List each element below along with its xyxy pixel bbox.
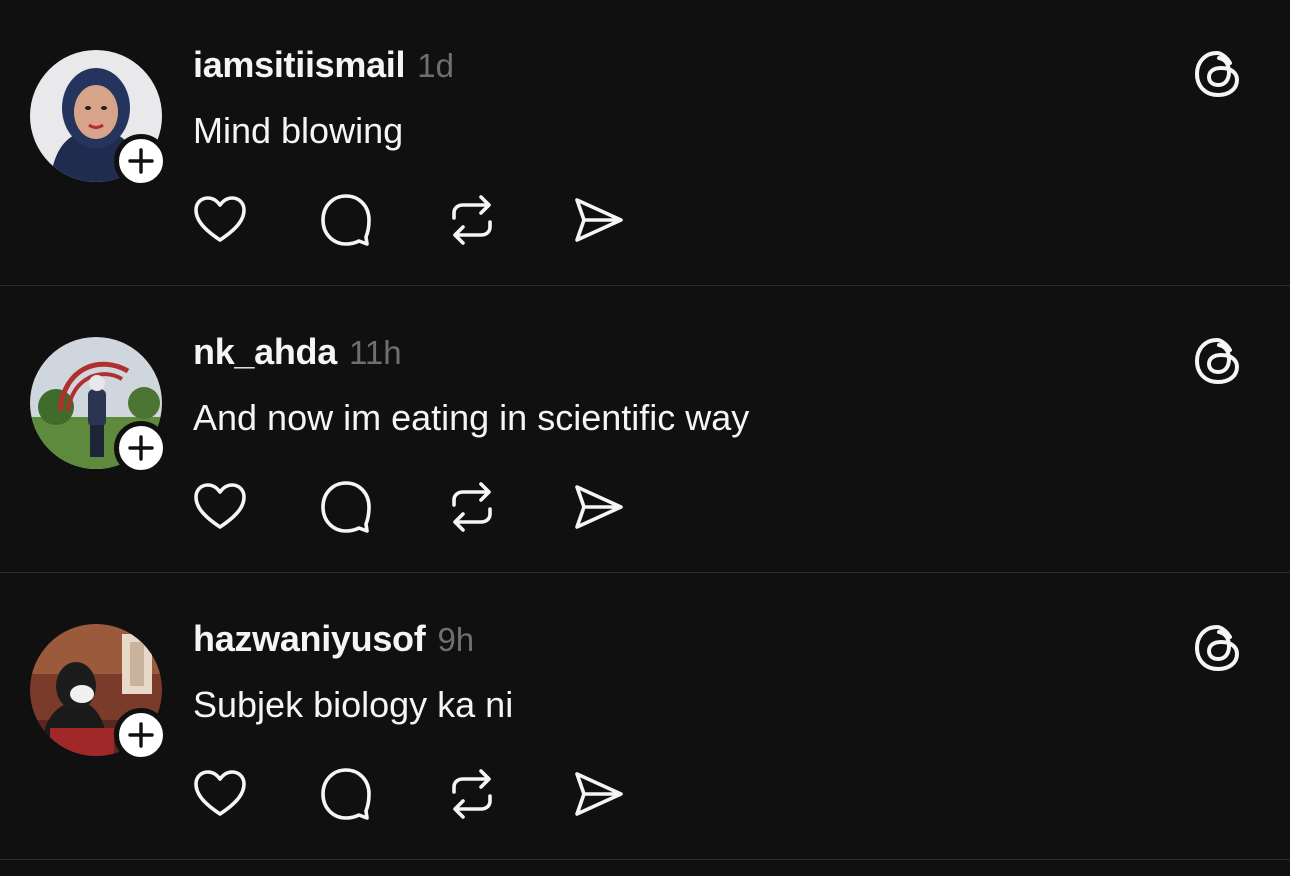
plus-icon [128, 435, 154, 461]
comment-button[interactable] [316, 477, 376, 537]
repost-button[interactable] [442, 190, 502, 250]
like-button[interactable] [190, 190, 250, 250]
follow-button[interactable] [114, 421, 168, 475]
follow-button[interactable] [114, 134, 168, 188]
avatar-container[interactable] [30, 50, 168, 188]
post-item[interactable]: hazwaniyusof 9h Subjek biology ka ni [0, 574, 1290, 860]
repost-icon [452, 195, 492, 245]
repost-icon [452, 769, 492, 819]
username-link[interactable]: hazwaniyusof [193, 618, 426, 660]
post-header: hazwaniyusof 9h [193, 618, 474, 660]
post-header: iamsitiismail 1d [193, 44, 454, 86]
post-text: And now im eating in scientific way [193, 397, 750, 438]
plus-icon [128, 722, 154, 748]
like-button[interactable] [190, 477, 250, 537]
avatar-container[interactable] [30, 337, 168, 475]
share-icon [575, 772, 623, 816]
heart-icon [194, 483, 246, 529]
share-button[interactable] [568, 764, 628, 824]
comment-button[interactable] [316, 190, 376, 250]
heart-icon [194, 196, 246, 242]
threads-logo-icon [1190, 46, 1246, 102]
post-text: Mind blowing [193, 110, 404, 151]
share-icon [575, 198, 623, 242]
repost-button[interactable] [442, 764, 502, 824]
threads-logo-icon [1190, 620, 1246, 676]
heart-icon [194, 770, 246, 816]
repost-button[interactable] [442, 477, 502, 537]
threads-logo-icon [1190, 333, 1246, 389]
comment-icon [321, 194, 371, 246]
username-link[interactable]: iamsitiismail [193, 44, 406, 86]
share-button[interactable] [568, 190, 628, 250]
post-item[interactable]: nk_ahda 11h And now im eating in scienti… [0, 287, 1290, 573]
follow-button[interactable] [114, 708, 168, 762]
plus-icon [128, 148, 154, 174]
username-link[interactable]: nk_ahda [193, 331, 337, 373]
repost-icon [452, 482, 492, 532]
post-timestamp: 1d [417, 47, 454, 84]
post-timestamp: 11h [348, 334, 402, 371]
comment-icon [321, 768, 371, 820]
share-icon [575, 485, 623, 529]
threads-feed: iamsitiismail 1d Mind blowing nk_ahda 11… [0, 0, 1290, 876]
avatar-container[interactable] [30, 624, 168, 762]
like-button[interactable] [190, 764, 250, 824]
comment-icon [321, 481, 371, 533]
post-text: Subjek biology ka ni [193, 684, 514, 725]
share-button[interactable] [568, 477, 628, 537]
comment-button[interactable] [316, 764, 376, 824]
post-timestamp: 9h [437, 621, 475, 658]
post-item[interactable]: iamsitiismail 1d Mind blowing [0, 0, 1290, 286]
post-header: nk_ahda 11h [193, 331, 402, 373]
